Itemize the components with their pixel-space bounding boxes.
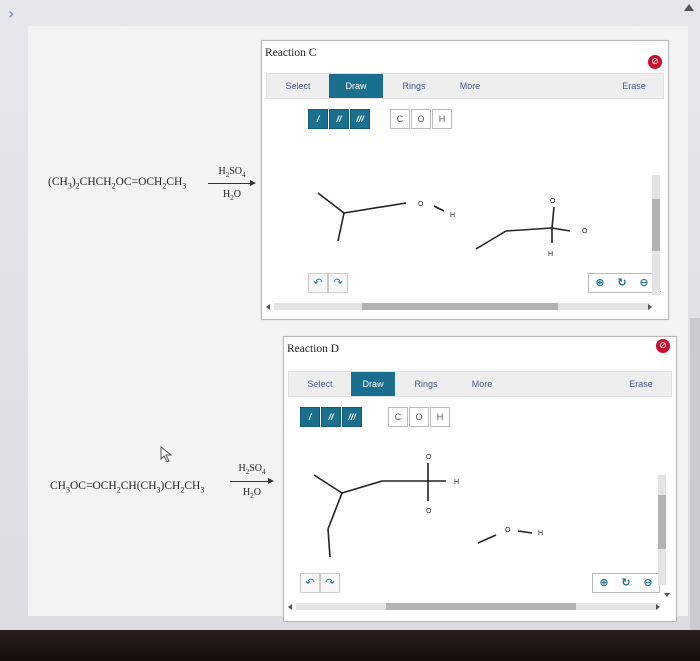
bond-tools: / // /// xyxy=(308,109,371,129)
tab-more[interactable]: More xyxy=(443,74,497,98)
tab-select[interactable]: Select xyxy=(293,372,347,396)
carbon-atom-tool[interactable]: C xyxy=(390,109,410,129)
delete-icon[interactable]: ⊘ xyxy=(648,55,662,69)
scroll-right-icon[interactable] xyxy=(648,304,652,310)
page-scrollbar[interactable] xyxy=(690,318,700,630)
single-bond-tool[interactable]: / xyxy=(300,407,320,427)
double-bond-tool[interactable]: // xyxy=(321,407,341,427)
single-bond-tool[interactable]: / xyxy=(308,109,328,129)
reagent-1-bottom: H2O xyxy=(223,189,241,202)
zoom-out-icon[interactable]: ⊖ xyxy=(637,574,659,592)
panel-title: Reaction C xyxy=(265,47,317,59)
reset-zoom-icon[interactable]: ↻ xyxy=(615,574,637,592)
sketcher-panel-c: Reaction C ⊘ Select Draw Rings More Eras… xyxy=(261,40,669,320)
oxygen-atom-tool[interactable]: O xyxy=(409,407,429,427)
hydrogen-atom-tool[interactable]: H xyxy=(430,407,450,427)
reaction-arrow-1-head xyxy=(250,180,256,186)
atom-label-h: H xyxy=(548,251,553,258)
reaction-arrow-1 xyxy=(208,183,252,184)
atom-label-h: H xyxy=(450,212,455,219)
redo-icon[interactable]: ↷ xyxy=(320,573,340,593)
molecule-bonds xyxy=(317,192,571,250)
history-controls: ↶ ↷ xyxy=(308,273,348,293)
reactant-2: CH3OC=OCH2CH(CH3)CH2CH3 xyxy=(50,480,205,495)
reaction-arrow-2 xyxy=(230,481,270,482)
tab-erase[interactable]: Erase xyxy=(615,372,667,396)
sketcher-panel-d: Reaction D ⊘ Select Draw Rings More Eras… xyxy=(283,336,677,622)
tab-draw[interactable]: Draw xyxy=(351,372,395,396)
carbon-atom-tool[interactable]: C xyxy=(388,407,408,427)
atom-tools: C O H xyxy=(388,407,451,427)
toolbar-tabs: Select Draw Rings More Erase xyxy=(288,371,672,397)
atom-label-o: O xyxy=(582,228,588,235)
monitor-bezel xyxy=(0,630,700,661)
atom-label-o: O xyxy=(426,508,432,515)
scroll-left-icon[interactable] xyxy=(266,304,270,310)
atom-label-o: O xyxy=(418,201,424,208)
triple-bond-tool[interactable]: /// xyxy=(342,407,362,427)
tab-erase[interactable]: Erase xyxy=(609,74,659,98)
mouse-cursor-icon xyxy=(160,446,173,463)
horizontal-scrollbar[interactable] xyxy=(296,603,658,610)
reagent-2-bottom: H2O xyxy=(243,487,261,500)
atom-label-o: O xyxy=(426,454,432,461)
horizontal-scrollbar[interactable] xyxy=(274,303,650,310)
tab-rings[interactable]: Rings xyxy=(387,74,441,98)
double-bond-tool[interactable]: // xyxy=(329,109,349,129)
scroll-up-icon[interactable] xyxy=(684,4,694,11)
zoom-in-icon[interactable]: ⊕ xyxy=(589,274,611,292)
delete-icon[interactable]: ⊘ xyxy=(656,339,670,353)
reagent-2-top: H2SO4 xyxy=(238,463,266,476)
redo-icon[interactable]: ↷ xyxy=(328,273,348,293)
history-controls: ↶ ↷ xyxy=(300,573,340,593)
vertical-scrollbar[interactable] xyxy=(652,175,660,295)
horizontal-scrollbar-thumb[interactable] xyxy=(362,303,558,310)
chevron-right-icon[interactable]: › xyxy=(8,4,14,23)
undo-icon[interactable]: ↶ xyxy=(300,573,320,593)
triple-bond-tool[interactable]: /// xyxy=(350,109,370,129)
vertical-scrollbar-thumb[interactable] xyxy=(658,495,666,549)
bond-tools: / // /// xyxy=(300,407,363,427)
molecule-bonds xyxy=(313,463,533,558)
zoom-controls: ⊕ ↻ ⊖ xyxy=(592,573,660,593)
reset-zoom-icon[interactable]: ↻ xyxy=(611,274,633,292)
atom-label-o: O xyxy=(550,198,556,205)
atom-tools: C O H xyxy=(390,109,453,129)
tab-more[interactable]: More xyxy=(455,372,509,396)
tab-select[interactable]: Select xyxy=(271,74,325,98)
scroll-right-icon[interactable] xyxy=(656,604,660,610)
reaction-arrow-2-head xyxy=(268,478,274,484)
tab-rings[interactable]: Rings xyxy=(399,372,453,396)
atom-label-o: O xyxy=(505,527,511,534)
atom-label-h: H xyxy=(538,530,543,537)
question-content: (CH3)2CHCH2OC=OCH2CH3 H2SO4 H2O CH3OC=OC… xyxy=(28,26,688,622)
horizontal-scrollbar-thumb[interactable] xyxy=(386,603,576,610)
scroll-left-icon[interactable] xyxy=(288,604,292,610)
oxygen-atom-tool[interactable]: O xyxy=(411,109,431,129)
reactant-1: (CH3)2CHCH2OC=OCH2CH3 xyxy=(48,176,187,191)
toolbar-tabs: Select Draw Rings More Erase xyxy=(266,73,664,99)
vertical-scrollbar[interactable] xyxy=(658,475,666,585)
hydrogen-atom-tool[interactable]: H xyxy=(432,109,452,129)
screen: › (CH3)2CHCH2OC=OCH2CH3 H2SO4 H2O CH3OC=… xyxy=(0,0,700,630)
undo-icon[interactable]: ↶ xyxy=(308,273,328,293)
vertical-scrollbar-thumb[interactable] xyxy=(652,199,660,251)
scroll-down-icon[interactable] xyxy=(664,593,670,597)
tab-draw[interactable]: Draw xyxy=(329,74,383,98)
zoom-in-icon[interactable]: ⊕ xyxy=(593,574,615,592)
panel-title: Reaction D xyxy=(287,343,340,355)
atom-label-h: H xyxy=(454,479,459,486)
reagent-1-top: H2SO4 xyxy=(218,166,246,179)
zoom-controls: ⊕ ↻ ⊖ xyxy=(588,273,656,293)
